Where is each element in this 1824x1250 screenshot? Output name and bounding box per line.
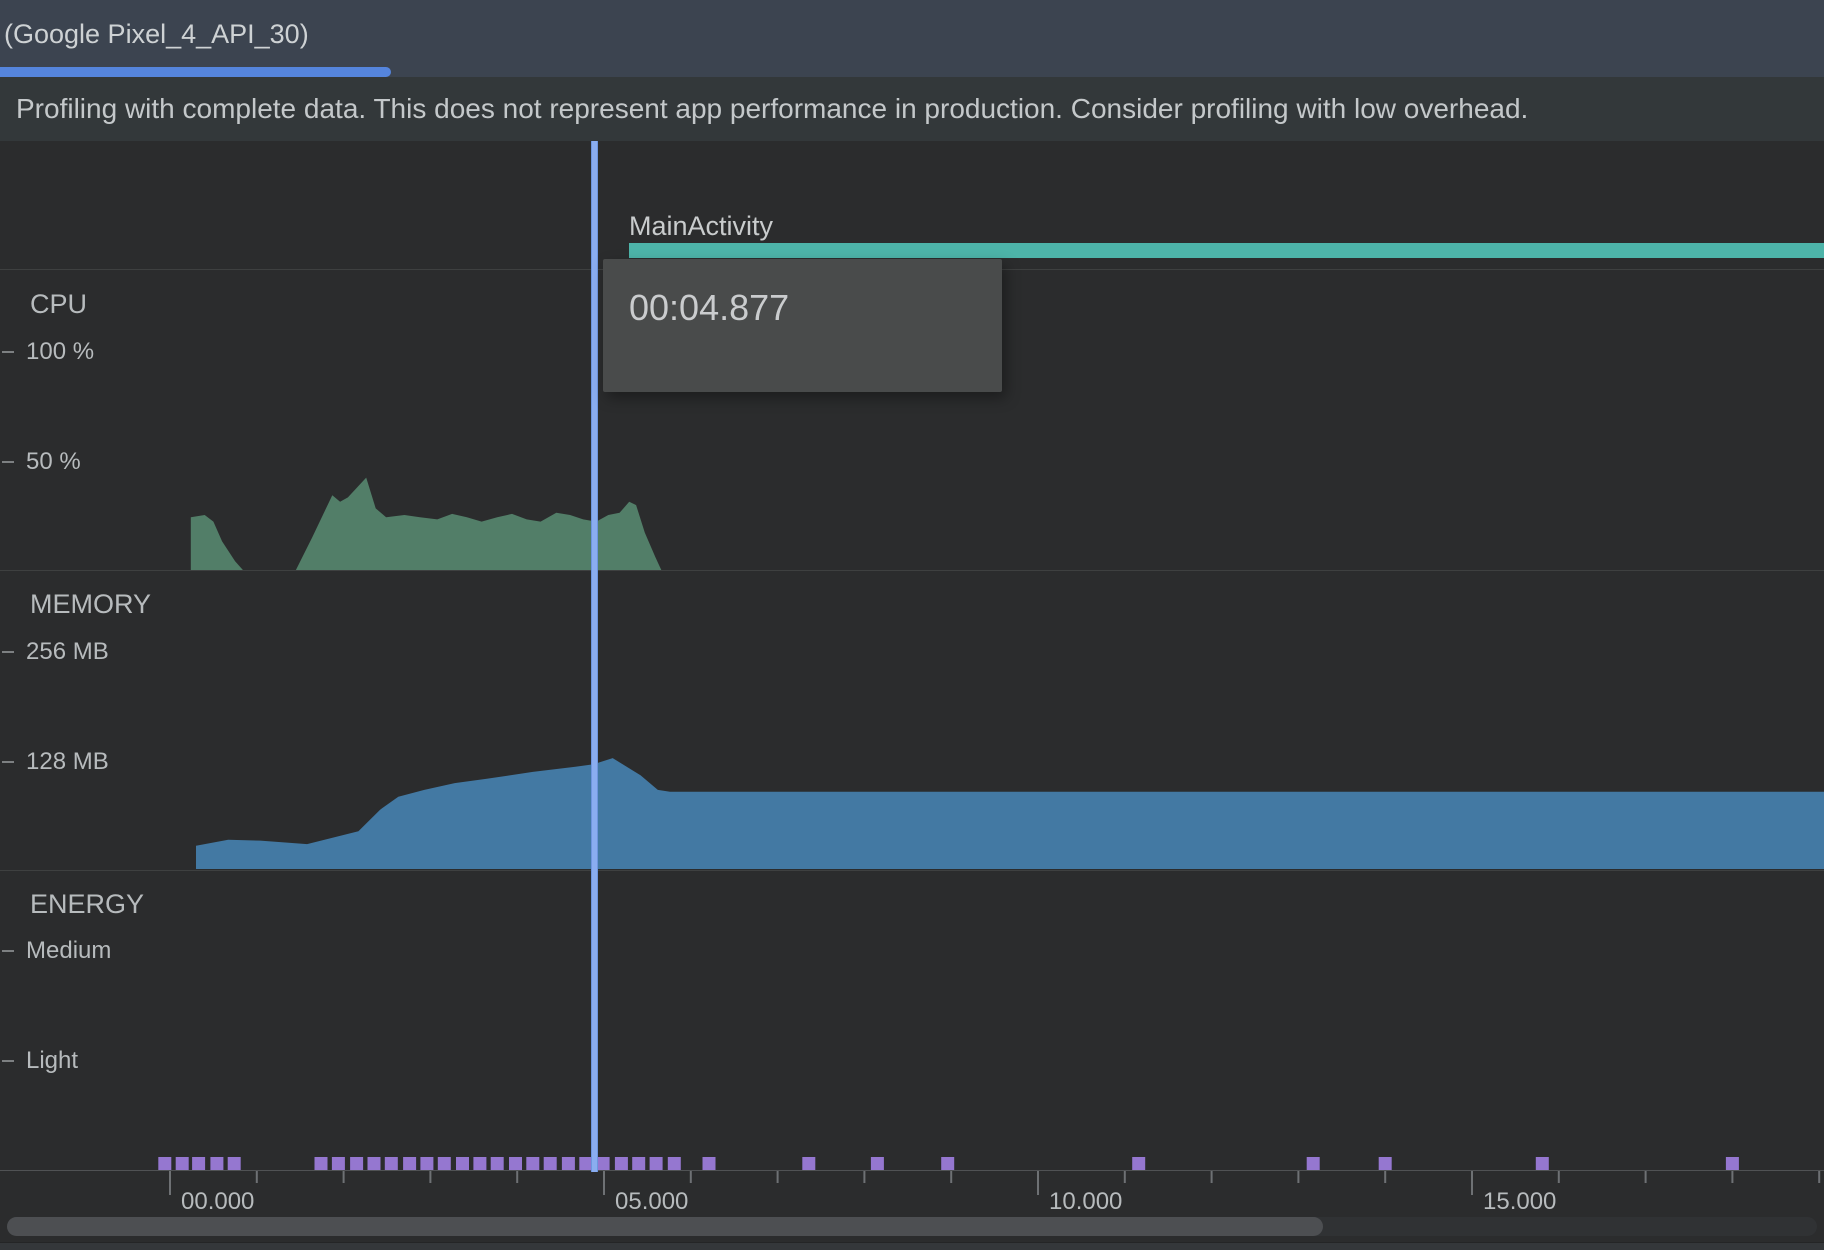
energy-event-marker[interactable] — [158, 1157, 171, 1170]
time-axis-label: 10.000 — [1049, 1188, 1122, 1216]
energy-event-marker[interactable] — [1132, 1157, 1145, 1170]
bottom-panel-edge — [0, 1242, 1824, 1250]
energy-event-marker[interactable] — [1307, 1157, 1320, 1170]
tooltip-time-text: 00:04.877 — [603, 259, 1002, 329]
profiling-warning-text: Profiling with complete data. This does … — [0, 93, 1528, 125]
energy-event-marker[interactable] — [1379, 1157, 1392, 1170]
energy-event-marker[interactable] — [562, 1157, 575, 1170]
profiling-warning-banner: Profiling with complete data. This does … — [0, 77, 1824, 141]
session-tab-bar: (Google Pixel_4_API_30) — [0, 0, 1824, 77]
energy-event-marker[interactable] — [871, 1157, 884, 1170]
energy-event-marker[interactable] — [650, 1157, 663, 1170]
time-axis-label: 00.000 — [181, 1188, 254, 1216]
time-tooltip: 00:04.877 — [603, 259, 1002, 392]
energy-event-marker[interactable] — [597, 1157, 610, 1170]
tab-selected-indicator — [0, 67, 391, 77]
memory-usage-area[interactable] — [196, 758, 1824, 869]
energy-event-marker[interactable] — [526, 1157, 539, 1170]
energy-event-marker[interactable] — [473, 1157, 486, 1170]
energy-event-marker[interactable] — [456, 1157, 469, 1170]
energy-event-marker[interactable] — [1726, 1157, 1739, 1170]
energy-event-marker[interactable] — [332, 1157, 345, 1170]
time-axis-label: 05.000 — [615, 1188, 688, 1216]
energy-event-marker[interactable] — [1536, 1157, 1549, 1170]
energy-event-marker[interactable] — [668, 1157, 681, 1170]
energy-event-marker[interactable] — [315, 1157, 328, 1170]
energy-event-marker[interactable] — [385, 1157, 398, 1170]
energy-event-marker[interactable] — [228, 1157, 241, 1170]
energy-event-marker[interactable] — [210, 1157, 223, 1170]
energy-event-marker[interactable] — [703, 1157, 716, 1170]
energy-event-marker[interactable] — [491, 1157, 504, 1170]
playhead-line[interactable] — [591, 141, 598, 1172]
horizontal-scrollbar-thumb[interactable] — [7, 1217, 1323, 1236]
time-axis-label: 15.000 — [1483, 1188, 1556, 1216]
timeline-area[interactable]: MainActivity CPU MEMORY ENERGY 100 % 50 … — [0, 141, 1824, 1250]
energy-event-marker[interactable] — [941, 1157, 954, 1170]
energy-event-marker[interactable] — [403, 1157, 416, 1170]
energy-event-marker[interactable] — [438, 1157, 451, 1170]
energy-event-marker[interactable] — [615, 1157, 628, 1170]
session-tab-label: (Google Pixel_4_API_30) — [4, 19, 309, 50]
energy-event-marker[interactable] — [420, 1157, 433, 1170]
energy-event-marker[interactable] — [509, 1157, 522, 1170]
energy-event-marker[interactable] — [368, 1157, 381, 1170]
energy-event-marker[interactable] — [802, 1157, 815, 1170]
profiler-window: (Google Pixel_4_API_30) Profiling with c… — [0, 0, 1824, 1250]
energy-event-marker[interactable] — [176, 1157, 189, 1170]
energy-event-marker[interactable] — [350, 1157, 363, 1170]
energy-event-marker[interactable] — [544, 1157, 557, 1170]
energy-event-marker[interactable] — [632, 1157, 645, 1170]
energy-event-marker[interactable] — [192, 1157, 205, 1170]
